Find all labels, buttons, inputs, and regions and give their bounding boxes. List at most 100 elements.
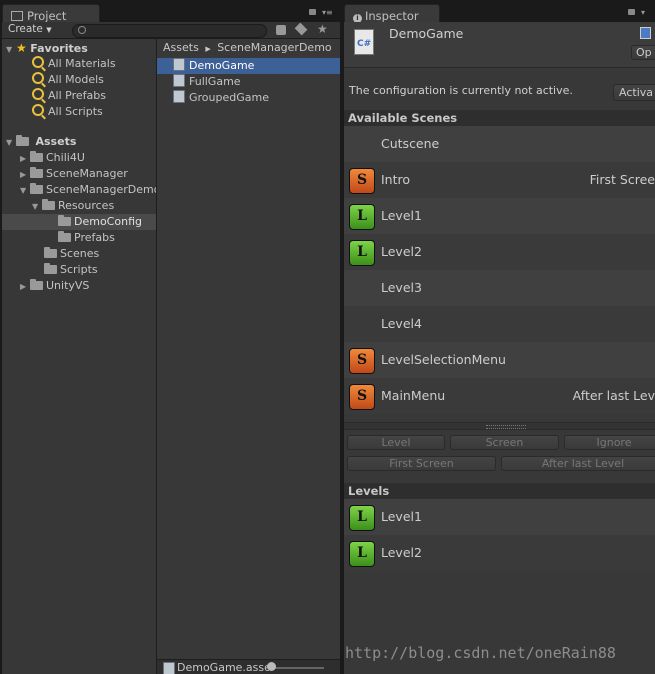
scriptable-asset-icon bbox=[173, 90, 185, 103]
after-last-level-button[interactable]: After last Level bbox=[501, 456, 655, 471]
filter-label-icon[interactable] bbox=[294, 22, 308, 36]
config-status-message: The configuration is currently not activ… bbox=[349, 84, 573, 97]
panel-menu-icon[interactable]: ▾ bbox=[641, 8, 645, 17]
panel-menu-icon[interactable]: ▾≡ bbox=[322, 8, 333, 17]
favorite-star-icon[interactable]: ★ bbox=[317, 22, 328, 36]
tree-folder-label: DemoConfig bbox=[74, 215, 142, 228]
tree-folder[interactable]: ▶ UnityVS bbox=[20, 278, 89, 294]
favorite-item[interactable]: All Models bbox=[32, 72, 104, 88]
button-label: After last Level bbox=[541, 457, 625, 470]
script-file-icon-text: C# bbox=[357, 39, 372, 49]
favorite-star-icon: ★ bbox=[16, 41, 27, 55]
tree-folder[interactable]: Scripts bbox=[44, 262, 98, 278]
ignore-button[interactable]: Ignore bbox=[564, 435, 655, 450]
breadcrumb: Assets ▶ SceneManagerDemo bbox=[163, 41, 332, 54]
file-item-selected[interactable]: DemoGame bbox=[157, 58, 340, 74]
folder-icon bbox=[42, 199, 55, 210]
scene-row-mainmenu[interactable]: S MainMenu After last Lev bbox=[344, 378, 655, 414]
filter-type-icon[interactable] bbox=[276, 25, 286, 35]
project-tab[interactable]: Project bbox=[2, 4, 100, 23]
level-name: Level1 bbox=[381, 509, 422, 524]
scene-row-level1[interactable]: L Level1 bbox=[344, 198, 655, 234]
scene-row-level2[interactable]: L Level2 bbox=[344, 234, 655, 270]
tree-folder-label: SceneManager bbox=[46, 167, 128, 180]
tree-folder[interactable]: ▼ SceneManagerDemo bbox=[20, 182, 156, 198]
search-filter-icon bbox=[32, 88, 44, 100]
expand-arrow-icon: ▼ bbox=[6, 138, 13, 147]
tree-folder[interactable]: Scenes bbox=[44, 246, 99, 262]
first-screen-button[interactable]: First Screen bbox=[347, 456, 496, 471]
list-resize-handle[interactable] bbox=[344, 422, 655, 430]
help-book-icon[interactable] bbox=[640, 27, 651, 39]
tree-folder-label: Chili4U bbox=[46, 151, 85, 164]
scriptable-asset-icon bbox=[173, 74, 185, 87]
activate-button[interactable]: Activa bbox=[613, 84, 655, 101]
slider-thumb[interactable] bbox=[267, 662, 276, 671]
scene-row-levelselectionmenu[interactable]: S LevelSelectionMenu bbox=[344, 342, 655, 378]
scene-row-level4[interactable]: Level4 bbox=[344, 306, 655, 342]
button-label: Level bbox=[381, 436, 411, 449]
icon-size-slider[interactable] bbox=[269, 667, 324, 669]
expand-arrow-icon: ▼ bbox=[20, 186, 27, 195]
grip-dots-icon bbox=[486, 425, 526, 429]
favorite-item-label: All Scripts bbox=[48, 105, 103, 118]
scriptable-asset-icon bbox=[173, 58, 185, 71]
search-filter-icon bbox=[32, 56, 44, 68]
level-row-level1[interactable]: L Level1 bbox=[344, 499, 655, 535]
activate-button-label: Activa bbox=[619, 86, 653, 99]
favorite-item-label: All Prefabs bbox=[48, 89, 106, 102]
scene-row-intro[interactable]: S Intro First Scree bbox=[344, 162, 655, 198]
create-button-label: Create bbox=[8, 23, 43, 35]
tree-folder-selected[interactable]: DemoConfig bbox=[2, 214, 156, 230]
file-item[interactable]: FullGame bbox=[173, 74, 241, 90]
breadcrumb-item[interactable]: Assets bbox=[163, 41, 199, 54]
assets-header[interactable]: ▼ Assets bbox=[6, 134, 76, 150]
scene-list: Cutscene S Intro First Scree L Level1 L Leve… bbox=[344, 126, 655, 414]
scriptable-asset-icon bbox=[163, 662, 175, 674]
search-input[interactable] bbox=[72, 24, 267, 38]
favorite-item[interactable]: All Materials bbox=[32, 56, 116, 72]
expand-arrow-icon: ▼ bbox=[6, 45, 13, 54]
collapsed-arrow-icon: ▶ bbox=[20, 154, 27, 163]
create-button[interactable]: Create ▼ bbox=[8, 23, 52, 35]
favorite-item[interactable]: All Prefabs bbox=[32, 88, 106, 104]
open-button[interactable]: Op bbox=[631, 45, 655, 60]
scene-row-level3[interactable]: Level3 bbox=[344, 270, 655, 306]
project-tab-label: Project bbox=[27, 9, 67, 23]
search-filter-icon bbox=[32, 72, 44, 84]
favorites-header[interactable]: ▼ ★ Favorites bbox=[6, 40, 88, 56]
mark-level-button[interactable]: Level bbox=[347, 435, 445, 450]
inspector-tab-label: Inspector bbox=[365, 9, 419, 23]
level-badge-icon: L bbox=[349, 240, 375, 266]
tree-folder[interactable]: ▼ Resources bbox=[32, 198, 114, 214]
inspector-tab[interactable]: i Inspector bbox=[344, 4, 440, 23]
level-name: Level2 bbox=[381, 545, 422, 560]
lock-icon[interactable] bbox=[309, 9, 316, 15]
file-item-label: GroupedGame bbox=[189, 91, 269, 104]
breadcrumb-item[interactable]: SceneManagerDemo bbox=[217, 41, 331, 54]
button-label: Ignore bbox=[596, 436, 632, 449]
expand-arrow-icon: ▼ bbox=[32, 202, 39, 211]
mark-screen-button[interactable]: Screen bbox=[450, 435, 559, 450]
folder-icon bbox=[30, 167, 43, 178]
tree-folder[interactable]: Prefabs bbox=[58, 230, 115, 246]
search-icon bbox=[78, 26, 86, 34]
favorite-item-label: All Materials bbox=[48, 57, 116, 70]
favorite-item[interactable]: All Scripts bbox=[32, 104, 103, 120]
scene-row-cutscene[interactable]: Cutscene bbox=[344, 126, 655, 162]
tree-folder[interactable]: ▶ SceneManager bbox=[20, 166, 128, 182]
search-filter-icon bbox=[32, 104, 44, 116]
tree-folder-label: Prefabs bbox=[74, 231, 115, 244]
lock-icon[interactable] bbox=[628, 9, 635, 15]
inspector-header: C# DemoGame Op bbox=[344, 22, 655, 68]
file-list: Assets ▶ SceneManagerDemo DemoGame FullG… bbox=[157, 39, 340, 674]
scene-name: Level1 bbox=[381, 208, 422, 223]
scene-name: Cutscene bbox=[381, 136, 440, 151]
scene-name: Level3 bbox=[381, 280, 422, 295]
levels-header: Levels bbox=[344, 483, 655, 499]
search-field[interactable] bbox=[89, 25, 259, 36]
file-item[interactable]: GroupedGame bbox=[173, 90, 269, 106]
level-row-level2[interactable]: L Level2 bbox=[344, 535, 655, 571]
tree-folder[interactable]: ▶ Chili4U bbox=[20, 150, 85, 166]
scene-position-value: After last Lev bbox=[572, 388, 655, 403]
